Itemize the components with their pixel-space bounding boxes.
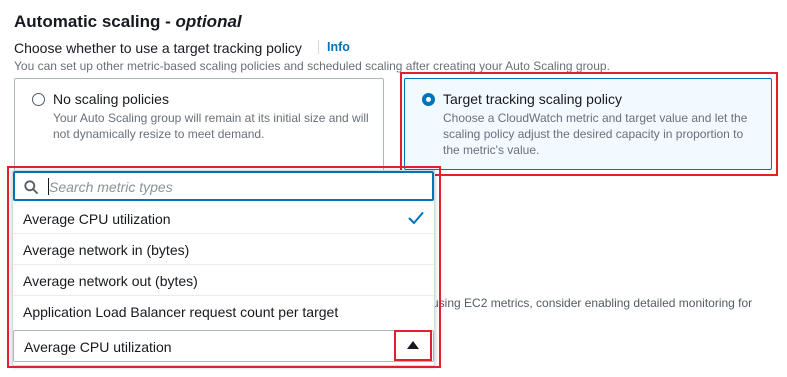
option-network-in[interactable]: Average network in (bytes) xyxy=(13,234,434,265)
metric-type-select[interactable]: Average CPU utilization xyxy=(13,330,434,362)
no-scaling-title: No scaling policies xyxy=(53,91,169,107)
section-title-optional: optional xyxy=(175,12,242,31)
option-network-out[interactable]: Average network out (bytes) xyxy=(13,265,434,296)
target-tracking-radio[interactable] xyxy=(422,93,435,106)
info-link[interactable]: Info xyxy=(327,40,350,54)
check-icon xyxy=(408,211,424,225)
metric-search-input[interactable]: Search metric types xyxy=(13,171,434,201)
option-average-cpu[interactable]: Average CPU utilization xyxy=(13,203,434,234)
detailed-monitoring-hint: using EC2 metrics, consider enabling det… xyxy=(432,296,753,310)
no-scaling-description: Your Auto Scaling group will remain at i… xyxy=(53,111,369,141)
selected-metric-value: Average CPU utilization xyxy=(24,339,172,355)
no-scaling-radio[interactable] xyxy=(32,93,45,106)
target-tracking-description: Choose a CloudWatch metric and target va… xyxy=(443,111,748,157)
option-label: Average network out (bytes) xyxy=(23,273,198,289)
caret-up-icon[interactable] xyxy=(398,336,428,358)
option-label: Application Load Balancer request count … xyxy=(23,304,339,320)
section-subtitle: Choose whether to use a target tracking … xyxy=(14,40,302,56)
section-title-text: Automatic scaling - xyxy=(14,12,176,31)
divider xyxy=(318,40,319,54)
no-scaling-policies-tile[interactable]: No scaling policies Your Auto Scaling gr… xyxy=(14,78,384,174)
target-tracking-title: Target tracking scaling policy xyxy=(443,91,622,107)
option-label: Average CPU utilization xyxy=(23,211,171,227)
section-title: Automatic scaling - optional xyxy=(14,12,242,32)
option-alb-request-count[interactable]: Application Load Balancer request count … xyxy=(13,296,434,327)
search-placeholder: Search metric types xyxy=(49,179,173,195)
option-label: Average network in (bytes) xyxy=(23,242,190,258)
search-icon xyxy=(24,180,38,194)
target-tracking-tile[interactable]: Target tracking scaling policy Choose a … xyxy=(404,78,772,170)
section-description: You can set up other metric-based scalin… xyxy=(14,59,610,73)
